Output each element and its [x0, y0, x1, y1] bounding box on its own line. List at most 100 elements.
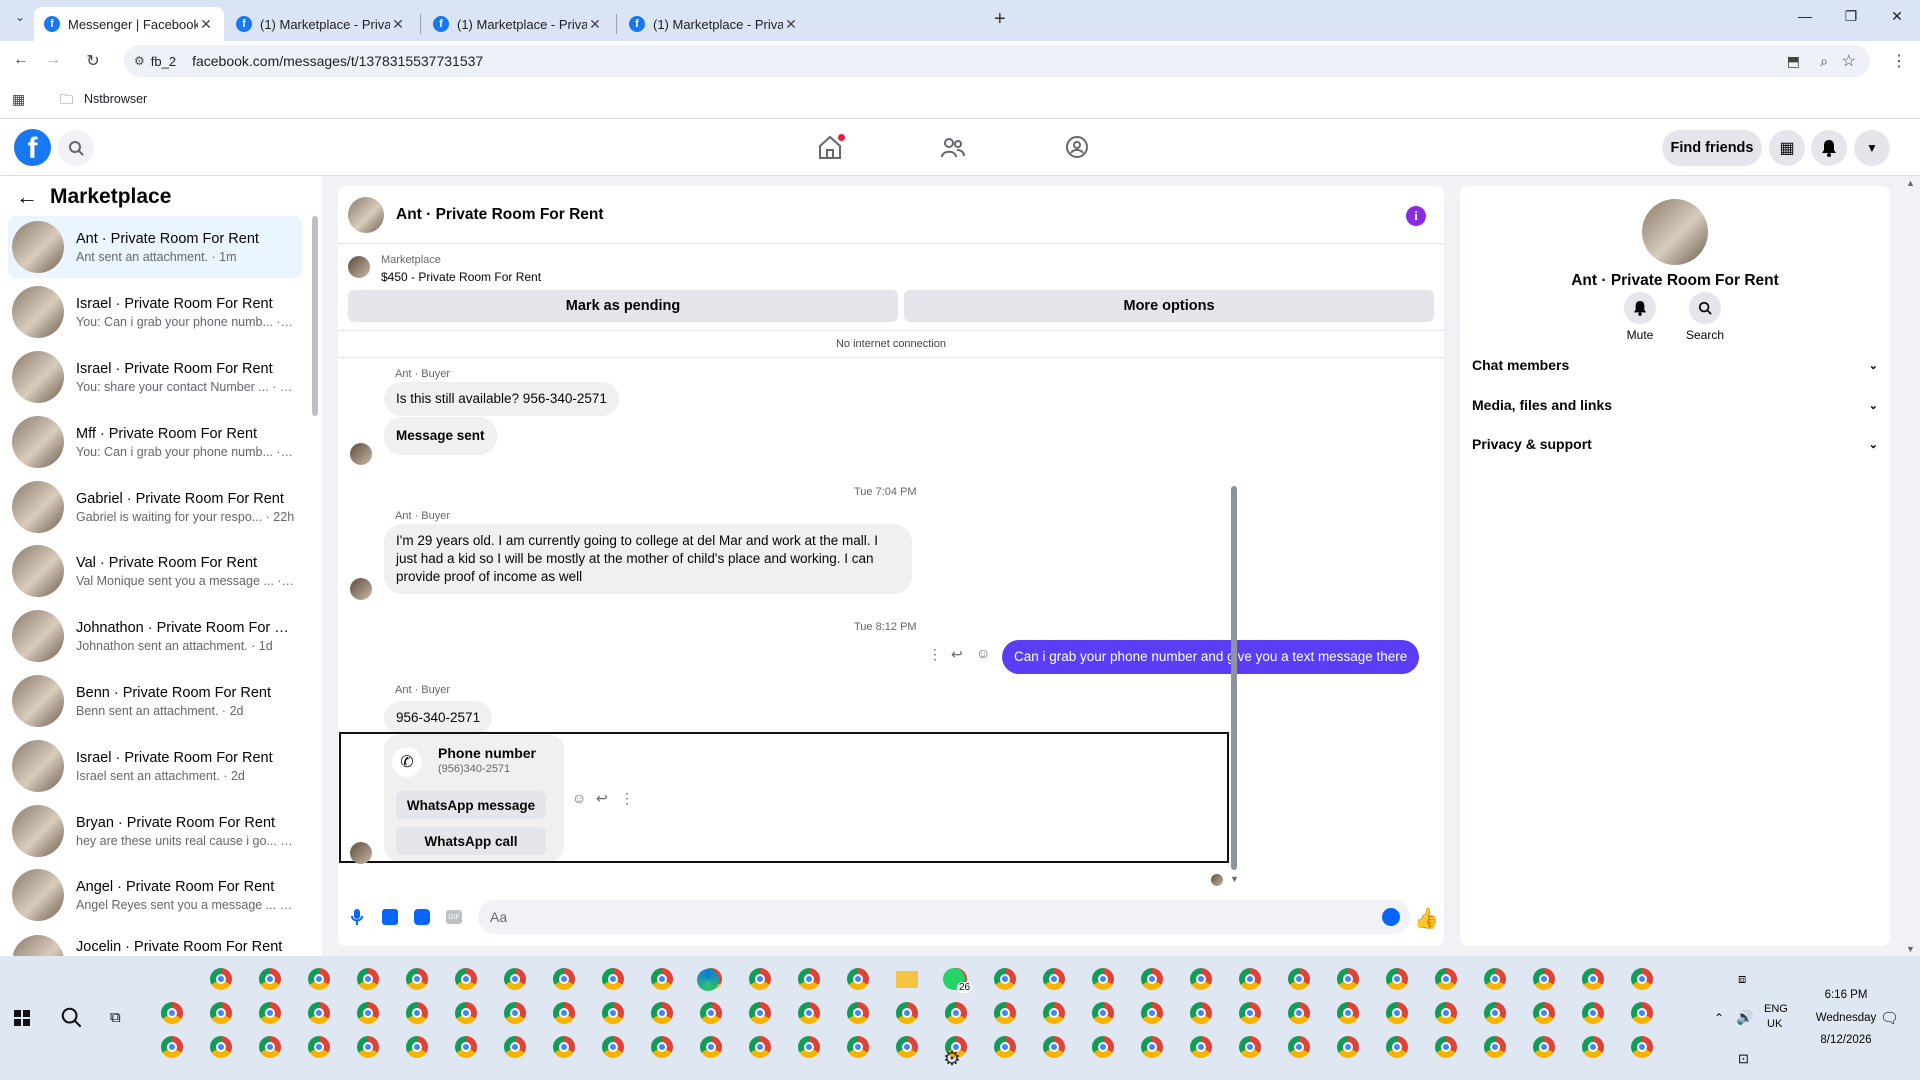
chrome-profile-taskbar-icon[interactable]	[651, 1002, 673, 1024]
chrome-profile-taskbar-icon[interactable]	[700, 1036, 722, 1058]
listing-thumbnail[interactable]	[348, 256, 370, 278]
chrome-profile-taskbar-icon[interactable]	[161, 1036, 183, 1058]
chrome-profile-taskbar-icon[interactable]	[1484, 1002, 1506, 1024]
chrome-profile-taskbar-icon[interactable]	[749, 1036, 771, 1058]
chrome-profile-taskbar-icon[interactable]	[1582, 968, 1604, 990]
message-bubble[interactable]: Is this still available? 956-340-2571	[384, 382, 619, 416]
restore-button[interactable]: ❐	[1828, 8, 1874, 32]
chrome-profile-taskbar-icon[interactable]	[357, 1036, 379, 1058]
chrome-profile-taskbar-icon[interactable]	[406, 1002, 428, 1024]
sidebar-scrollbar[interactable]	[312, 216, 318, 416]
chrome-profile-taskbar-icon[interactable]	[651, 1036, 673, 1058]
chrome-profile-taskbar-icon[interactable]	[161, 1002, 183, 1024]
chrome-profile-taskbar-icon[interactable]	[1092, 1036, 1114, 1058]
phone-card-number[interactable]: (956)340-2571	[438, 763, 510, 775]
chrome-profile-taskbar-icon[interactable]	[259, 1002, 281, 1024]
tray-chevron-up-icon[interactable]: ⌃	[1714, 1011, 1724, 1025]
chrome-profile-taskbar-icon[interactable]	[749, 1002, 771, 1024]
tab-messenger[interactable]: f Messenger | Facebook ✕	[34, 7, 224, 41]
close-tab-icon[interactable]: ✕	[198, 16, 214, 33]
clock-date[interactable]: 8/12/2026	[1806, 1034, 1886, 1046]
chrome-profile-taskbar-icon[interactable]	[1288, 1036, 1310, 1058]
chrome-profile-taskbar-icon[interactable]	[1386, 968, 1408, 990]
chrome-profile-taskbar-icon[interactable]	[1435, 1002, 1457, 1024]
conversation-item[interactable]: Israel · Private Room For Rent You: share…	[8, 346, 302, 408]
react-emoji-icon[interactable]: ☺	[976, 645, 990, 661]
browser-menu-icon[interactable]: ⋮	[1888, 51, 1910, 71]
chat-scrollbar[interactable]	[1231, 486, 1237, 870]
chrome-profile-taskbar-icon[interactable]	[994, 968, 1016, 990]
chrome-profile-taskbar-icon[interactable]	[1386, 1036, 1408, 1058]
chrome-profile-taskbar-icon[interactable]	[1141, 1036, 1163, 1058]
zoom-icon[interactable]: ⌕	[1820, 53, 1828, 70]
chrome-profile-taskbar-icon[interactable]	[210, 1036, 232, 1058]
find-friends-button[interactable]: Find friends	[1662, 130, 1762, 166]
more-actions-icon[interactable]: ⋮	[928, 646, 942, 663]
conversation-item[interactable]: Gabriel · Private Room For Rent Gabriel i…	[8, 476, 302, 538]
chrome-profile-taskbar-icon[interactable]	[1190, 1036, 1212, 1058]
mute-bell-icon[interactable]	[1624, 292, 1656, 324]
chrome-profile-taskbar-icon[interactable]	[1337, 1002, 1359, 1024]
chrome-profile-taskbar-icon[interactable]	[700, 1002, 722, 1024]
chrome-profile-taskbar-icon[interactable]	[847, 968, 869, 990]
apps-grid-icon[interactable]: ▦	[12, 91, 25, 108]
chrome-profile-taskbar-icon[interactable]	[308, 968, 330, 990]
tab-marketplace-1[interactable]: f (1) Marketplace - Private Room ✕	[226, 7, 416, 41]
chrome-profile-taskbar-icon[interactable]	[1533, 968, 1555, 990]
bookmark-star-icon[interactable]: ☆	[1842, 51, 1856, 71]
tray-network-icon[interactable]: ⊡	[1738, 1051, 1749, 1067]
chrome-profile-taskbar-icon[interactable]	[1631, 1002, 1653, 1024]
chrome-profile-taskbar-icon[interactable]	[504, 1036, 526, 1058]
chrome-profile-taskbar-icon[interactable]	[357, 1002, 379, 1024]
page-scroll-down-arrow-icon[interactable]: ▼	[1906, 944, 1915, 954]
react-emoji-icon[interactable]: ☺	[572, 790, 586, 806]
close-window-button[interactable]: ✕	[1874, 8, 1920, 32]
chrome-profile-taskbar-icon[interactable]	[1190, 1002, 1212, 1024]
phone-number-card[interactable]: ✆ Phone number (956)340-2571 WhatsApp me…	[384, 735, 564, 861]
url-text[interactable]: facebook.com/messages/t/1378315537731537	[192, 53, 483, 69]
close-tab-icon[interactable]: ✕	[783, 16, 799, 33]
chrome-profile-taskbar-icon[interactable]	[749, 968, 771, 990]
windows-start-icon[interactable]	[14, 1010, 30, 1026]
profile-avatar[interactable]	[1642, 199, 1708, 265]
chrome-profile-taskbar-icon[interactable]	[455, 1002, 477, 1024]
volume-icon[interactable]: 🔊	[1736, 1009, 1753, 1026]
home-icon[interactable]	[816, 134, 846, 162]
chrome-profile-taskbar-icon[interactable]	[896, 1002, 918, 1024]
message-bubble[interactable]: 956-340-2571	[384, 701, 493, 735]
mark-as-pending-button[interactable]: Mark as pending	[348, 290, 898, 322]
bookmark-nstbrowser[interactable]: Nstbrowser	[84, 92, 147, 106]
chat-title[interactable]: Ant · Private Room For Rent	[396, 206, 604, 224]
chrome-profile-taskbar-icon[interactable]	[357, 968, 379, 990]
search-icon[interactable]	[58, 130, 94, 166]
chrome-profile-taskbar-icon[interactable]	[1582, 1002, 1604, 1024]
chrome-profile-taskbar-icon[interactable]	[798, 968, 820, 990]
message-bubble[interactable]: Message sent	[384, 417, 497, 455]
chrome-profile-taskbar-icon[interactable]	[798, 1002, 820, 1024]
chrome-profile-taskbar-icon[interactable]	[847, 1036, 869, 1058]
conversation-item[interactable]: Israel · Private Room For Rent You: Can i…	[8, 281, 302, 343]
media-files-links-section[interactable]: Media, files and links ⌄	[1472, 393, 1878, 417]
notifications-bell-icon[interactable]	[1811, 130, 1847, 166]
conversation-item[interactable]: Val · Private Room For Rent Val Monique s…	[8, 540, 302, 602]
account-menu-chevron-icon[interactable]: ▼	[1854, 130, 1890, 166]
chrome-profile-taskbar-icon[interactable]	[896, 1036, 918, 1058]
chrome-profile-taskbar-icon[interactable]	[210, 1002, 232, 1024]
chrome-profile-taskbar-icon[interactable]	[1092, 968, 1114, 990]
chrome-profile-taskbar-icon[interactable]	[504, 1002, 526, 1024]
conversation-item[interactable]: Mff · Private Room For Rent You: Can i gr…	[8, 411, 302, 473]
chrome-profile-taskbar-icon[interactable]	[1043, 1002, 1065, 1024]
chrome-profile-taskbar-icon[interactable]	[994, 1002, 1016, 1024]
whatsapp-message-button[interactable]: WhatsApp message	[396, 791, 546, 819]
conversation-item[interactable]: Jocelin · Private Room For Rent	[8, 929, 302, 956]
chrome-profile-taskbar-icon[interactable]	[406, 968, 428, 990]
chat-members-section[interactable]: Chat members ⌄	[1472, 353, 1878, 377]
chrome-profile-taskbar-icon[interactable]	[1190, 968, 1212, 990]
chrome-profile-taskbar-icon[interactable]	[455, 968, 477, 990]
privacy-support-section[interactable]: Privacy & support ⌄	[1472, 432, 1878, 456]
facebook-logo-icon[interactable]: f	[14, 129, 51, 166]
back-arrow-icon[interactable]: ←	[16, 184, 38, 210]
chrome-profile-taskbar-icon[interactable]	[259, 1036, 281, 1058]
menu-grid-icon[interactable]: ▦	[1769, 130, 1805, 166]
chrome-profile-taskbar-icon[interactable]	[1141, 968, 1163, 990]
